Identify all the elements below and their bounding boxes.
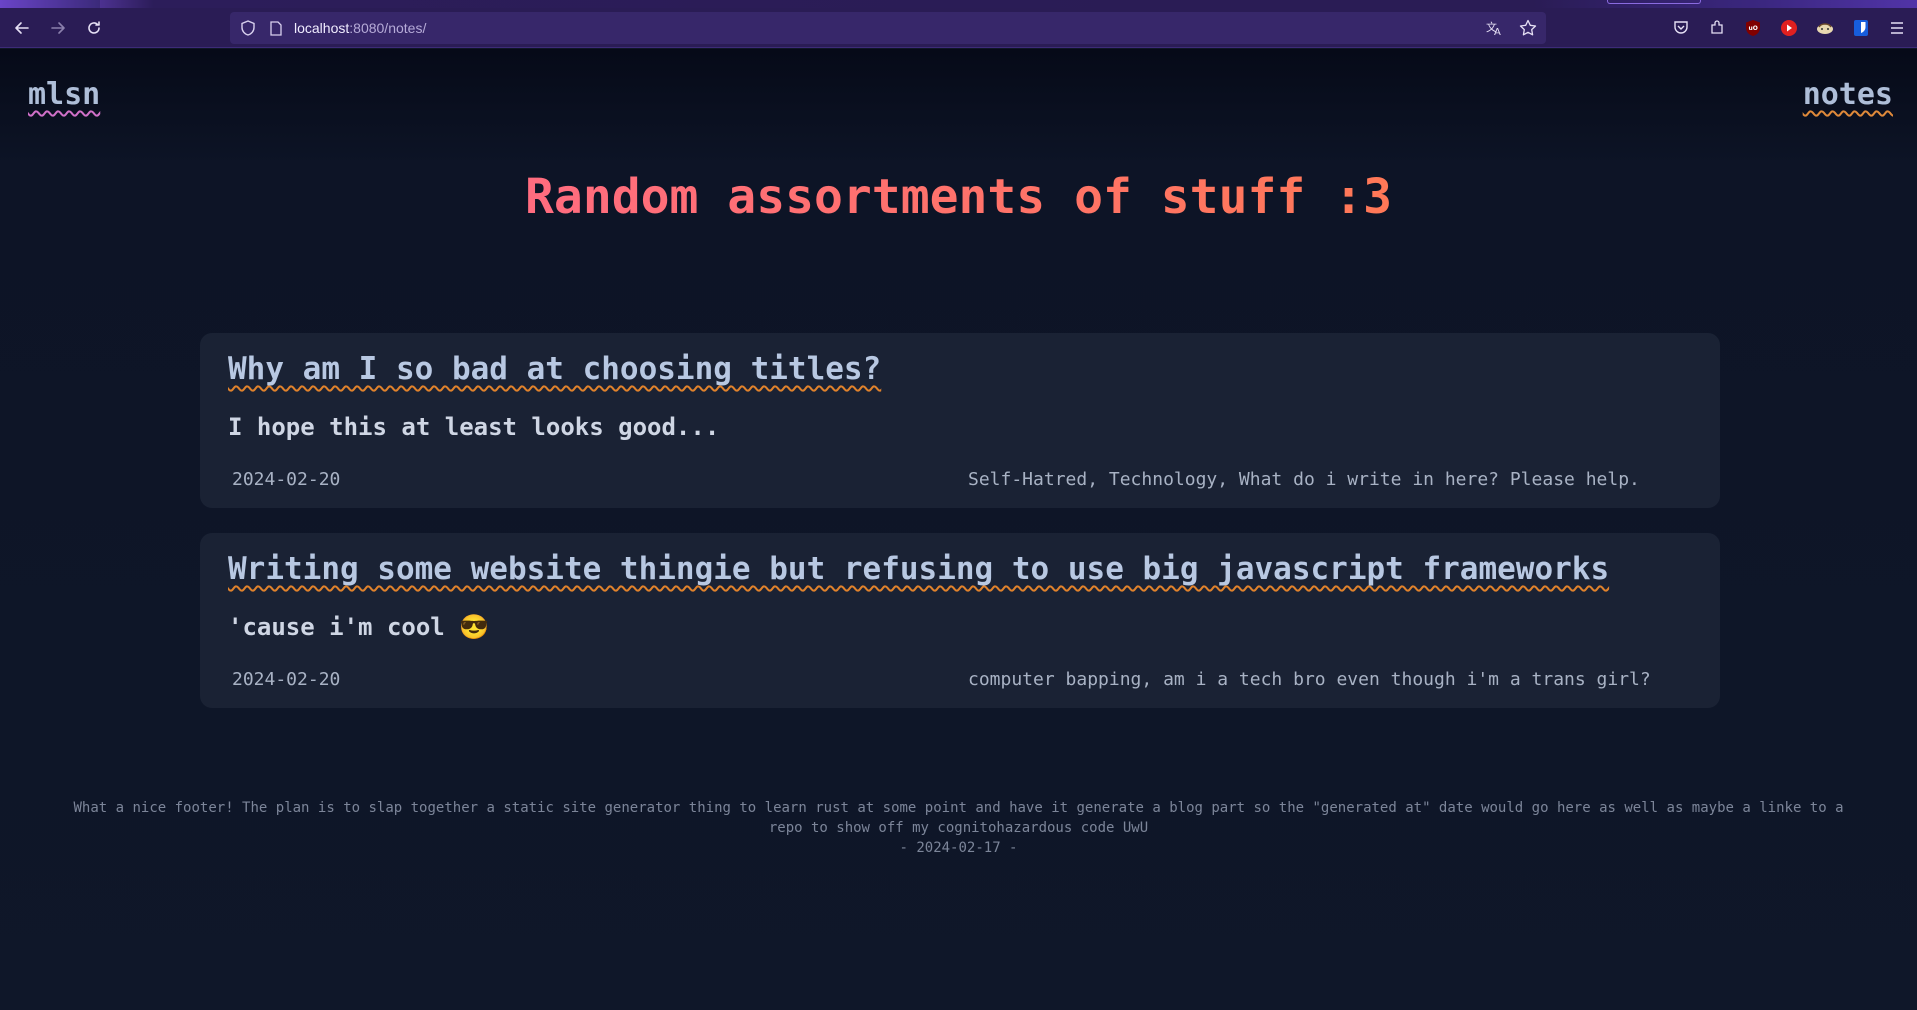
footer: What a nice footer! The plan is to slap …	[60, 798, 1857, 858]
url-host: localhost	[294, 20, 350, 36]
youtube-icon[interactable]	[1779, 18, 1799, 38]
url-path: :8080/notes/	[349, 20, 427, 36]
extension-icons: uO	[1671, 8, 1907, 48]
pocket-icon[interactable]	[1671, 18, 1691, 38]
post-date: 2024-02-20	[232, 469, 341, 490]
post-summary: I hope this at least looks good...	[228, 413, 720, 441]
translate-icon[interactable]: 文A	[1484, 18, 1504, 38]
post-card[interactable]: Why am I so bad at choosing titles? I ho…	[200, 333, 1720, 508]
post-tags: computer bapping, am i a tech bro even t…	[968, 669, 1651, 690]
forward-arrow-icon[interactable]	[44, 14, 72, 42]
svg-text:uO: uO	[1749, 25, 1758, 32]
url-bar[interactable]: localhost:8080/notes/ 文A	[230, 12, 1546, 44]
browser-toolbar: localhost:8080/notes/ 文A uO	[0, 8, 1917, 48]
browser-tab-strip	[0, 0, 1917, 8]
menu-icon[interactable]	[1887, 18, 1907, 38]
post-summary: 'cause i'm cool 😎	[228, 613, 490, 641]
url-bar-actions: 文A	[1484, 12, 1538, 44]
home-link[interactable]: mlsn	[28, 77, 100, 112]
page-icon[interactable]	[266, 18, 286, 38]
tab-strip-accent	[0, 0, 100, 8]
post-date: 2024-02-20	[232, 669, 341, 690]
back-arrow-icon[interactable]	[8, 14, 36, 42]
active-tab-indicator[interactable]	[1607, 0, 1701, 4]
extension-icon[interactable]	[1815, 18, 1835, 38]
post-tags: Self-Hatred, Technology, What do i write…	[968, 469, 1640, 490]
url-text[interactable]: localhost:8080/notes/	[294, 20, 426, 36]
star-icon[interactable]	[1518, 18, 1538, 38]
ublock-icon[interactable]: uO	[1743, 18, 1763, 38]
notes-link[interactable]: notes	[1803, 77, 1893, 112]
post-card[interactable]: Writing some website thingie but refusin…	[200, 533, 1720, 708]
bitwarden-icon[interactable]	[1851, 18, 1871, 38]
post-title-link[interactable]: Why am I so bad at choosing titles?	[228, 351, 881, 387]
extensions-icon[interactable]	[1707, 18, 1727, 38]
svg-text:A: A	[1494, 27, 1501, 37]
reload-icon[interactable]	[80, 14, 108, 42]
page-title: Random assortments of stuff :3	[0, 169, 1917, 225]
post-title-link[interactable]: Writing some website thingie but refusin…	[228, 551, 1609, 587]
shield-icon[interactable]	[238, 18, 258, 38]
page-content: mlsn notes Random assortments of stuff :…	[0, 49, 1917, 1010]
footer-date: - 2024-02-17 -	[899, 840, 1018, 856]
footer-text: What a nice footer! The plan is to slap …	[73, 800, 1844, 836]
